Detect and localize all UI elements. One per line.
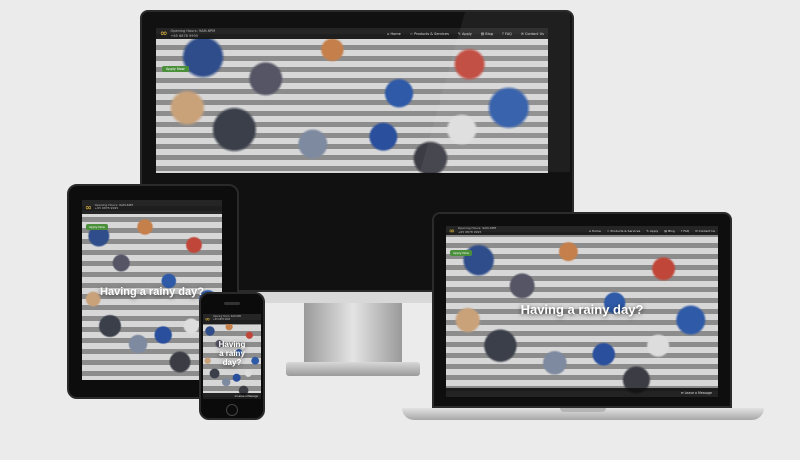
nav-label: Apply <box>649 228 659 233</box>
phone-number-text: +65 6878 9995 <box>213 318 231 321</box>
site-brand[interactable]: ∞ Opening Hours: 9AM-6PM +65 6878 9995 <box>205 316 241 323</box>
phone-home-button[interactable] <box>226 404 238 416</box>
leave-message-bar[interactable]: ✉ Leave a Message <box>203 393 261 399</box>
nav-label: Products & Services <box>610 228 641 233</box>
phone-number-text: +65 6878 9995 <box>170 33 198 38</box>
question-icon: ? <box>502 31 504 36</box>
edit-icon: ✎ <box>646 228 649 233</box>
nav-item-blog[interactable]: ▤ Blog <box>481 32 493 36</box>
nav-label: Home <box>390 31 401 36</box>
edit-icon: ✎ <box>457 31 461 36</box>
contact-info: Opening Hours: 9AM-6PM +65 6878 9995 <box>213 316 241 321</box>
contact-info: Opening Hours: 9AM-6PM +65 6878 9995 <box>94 203 133 211</box>
nav-label: Contact Us <box>524 31 544 36</box>
home-icon: ⌂ <box>387 31 390 36</box>
laptop-notch <box>560 408 606 412</box>
nav-item-contact-us[interactable]: ✉ Contact Us <box>695 229 715 233</box>
phone-site-navbar: ∞ Opening Hours: 9AM-6PM +65 6878 9995 <box>203 314 261 324</box>
nav-item-apply[interactable]: ✎ Apply <box>646 229 658 233</box>
headline-line-3: day? <box>222 358 242 367</box>
phone-number-text: +65 6878 9995 <box>94 206 119 210</box>
laptop-site-navbar: ∞ Opening Hours: 9AM-6PM +65 6878 9995 ⌂… <box>446 226 718 235</box>
nav-item-blog[interactable]: ▤ Blog <box>664 229 674 233</box>
monitor-stand-neck <box>304 303 402 365</box>
nav-label: FAQ <box>683 228 690 233</box>
laptop-website-screen: ∞ Opening Hours: 9AM-6PM +65 6878 9995 ⌂… <box>446 226 718 397</box>
nav-item-contact-us[interactable]: ✉ Contact Us <box>521 32 544 36</box>
site-brand[interactable]: ∞ Opening Hours: 9AM-6PM +65 6878 9995 <box>449 226 496 235</box>
nav-item-home[interactable]: ⌂ Home <box>387 32 401 36</box>
mail-icon: ✉ <box>520 31 524 36</box>
hero-headline: Having a rainy day? <box>203 340 261 367</box>
leave-message-label: Leave a Message <box>237 394 258 398</box>
mail-icon: ✉ <box>695 228 698 233</box>
contact-info: Opening Hours: 9AM-6PM +65 6878 9995 <box>171 29 216 37</box>
infinity-logo-icon: ∞ <box>449 226 455 235</box>
desktop-nav-menu: ⌂ Home ☆ Products & Services ✎ Apply ▤ B… <box>387 32 544 36</box>
nav-label: Products & Services <box>414 31 449 36</box>
blog-icon: ▤ <box>664 228 668 233</box>
headline-line-2: a rainy <box>219 349 245 358</box>
phone-speaker <box>224 302 240 305</box>
nav-item-products-services[interactable]: ☆ Products & Services <box>410 32 449 36</box>
leave-message-bar[interactable]: ✉ Leave a Message <box>446 388 718 397</box>
desktop-site-navbar: ∞ Opening Hours: 9AM-6PM +65 6878 9995 ⌂… <box>156 28 548 39</box>
phone-number-text: +65 6878 9995 <box>457 229 482 234</box>
nav-label: Contact Us <box>698 228 715 233</box>
infinity-logo-icon: ∞ <box>85 202 92 212</box>
nav-item-home[interactable]: ⌂ Home <box>589 229 601 233</box>
apply-now-button[interactable]: Apply Now <box>450 250 472 256</box>
star-icon: ☆ <box>409 31 413 36</box>
nav-label: Blog <box>485 31 494 36</box>
nav-item-faq[interactable]: ? FAQ <box>681 229 689 233</box>
nav-label: FAQ <box>505 31 512 36</box>
headline-line-1: Having <box>218 340 246 349</box>
nav-item-faq[interactable]: ? FAQ <box>502 32 512 36</box>
nav-item-products-services[interactable]: ☆ Products & Services <box>607 229 641 233</box>
blog-icon: ▤ <box>480 31 485 36</box>
site-brand[interactable]: ∞ Opening Hours: 9AM-6PM +65 6878 9995 <box>85 203 133 212</box>
apply-now-button[interactable]: Apply Now <box>86 224 108 230</box>
site-brand[interactable]: ∞ Opening Hours: 9AM-6PM +65 6878 9995 <box>160 29 215 39</box>
hero-headline: Having a rainy day? <box>520 302 644 317</box>
monitor-stand-foot <box>286 362 420 376</box>
nav-label: Home <box>591 228 601 233</box>
leave-message-label: Leave a Message <box>684 390 712 395</box>
infinity-logo-icon: ∞ <box>205 315 210 323</box>
home-icon: ⌂ <box>589 228 591 233</box>
nav-label: Blog <box>668 228 675 233</box>
phone-website-screen: ∞ Opening Hours: 9AM-6PM +65 6878 9995 H… <box>203 314 261 399</box>
infinity-logo-icon: ∞ <box>160 28 168 39</box>
laptop-nav-menu: ⌂ Home ☆ Products & Services ✎ Apply ▤ B… <box>589 229 715 233</box>
desktop-website-screen: ∞ Opening Hours: 9AM-6PM +65 6878 9995 ⌂… <box>156 28 548 173</box>
apply-now-button[interactable]: Apply Now <box>162 66 189 72</box>
contact-info: Opening Hours: 9AM-6PM +65 6878 9995 <box>457 226 496 234</box>
nav-item-apply[interactable]: ✎ Apply <box>458 32 472 36</box>
tablet-site-navbar: ∞ Opening Hours: 9AM-6PM +65 6878 9995 <box>82 200 222 214</box>
nav-label: Apply <box>461 31 472 36</box>
